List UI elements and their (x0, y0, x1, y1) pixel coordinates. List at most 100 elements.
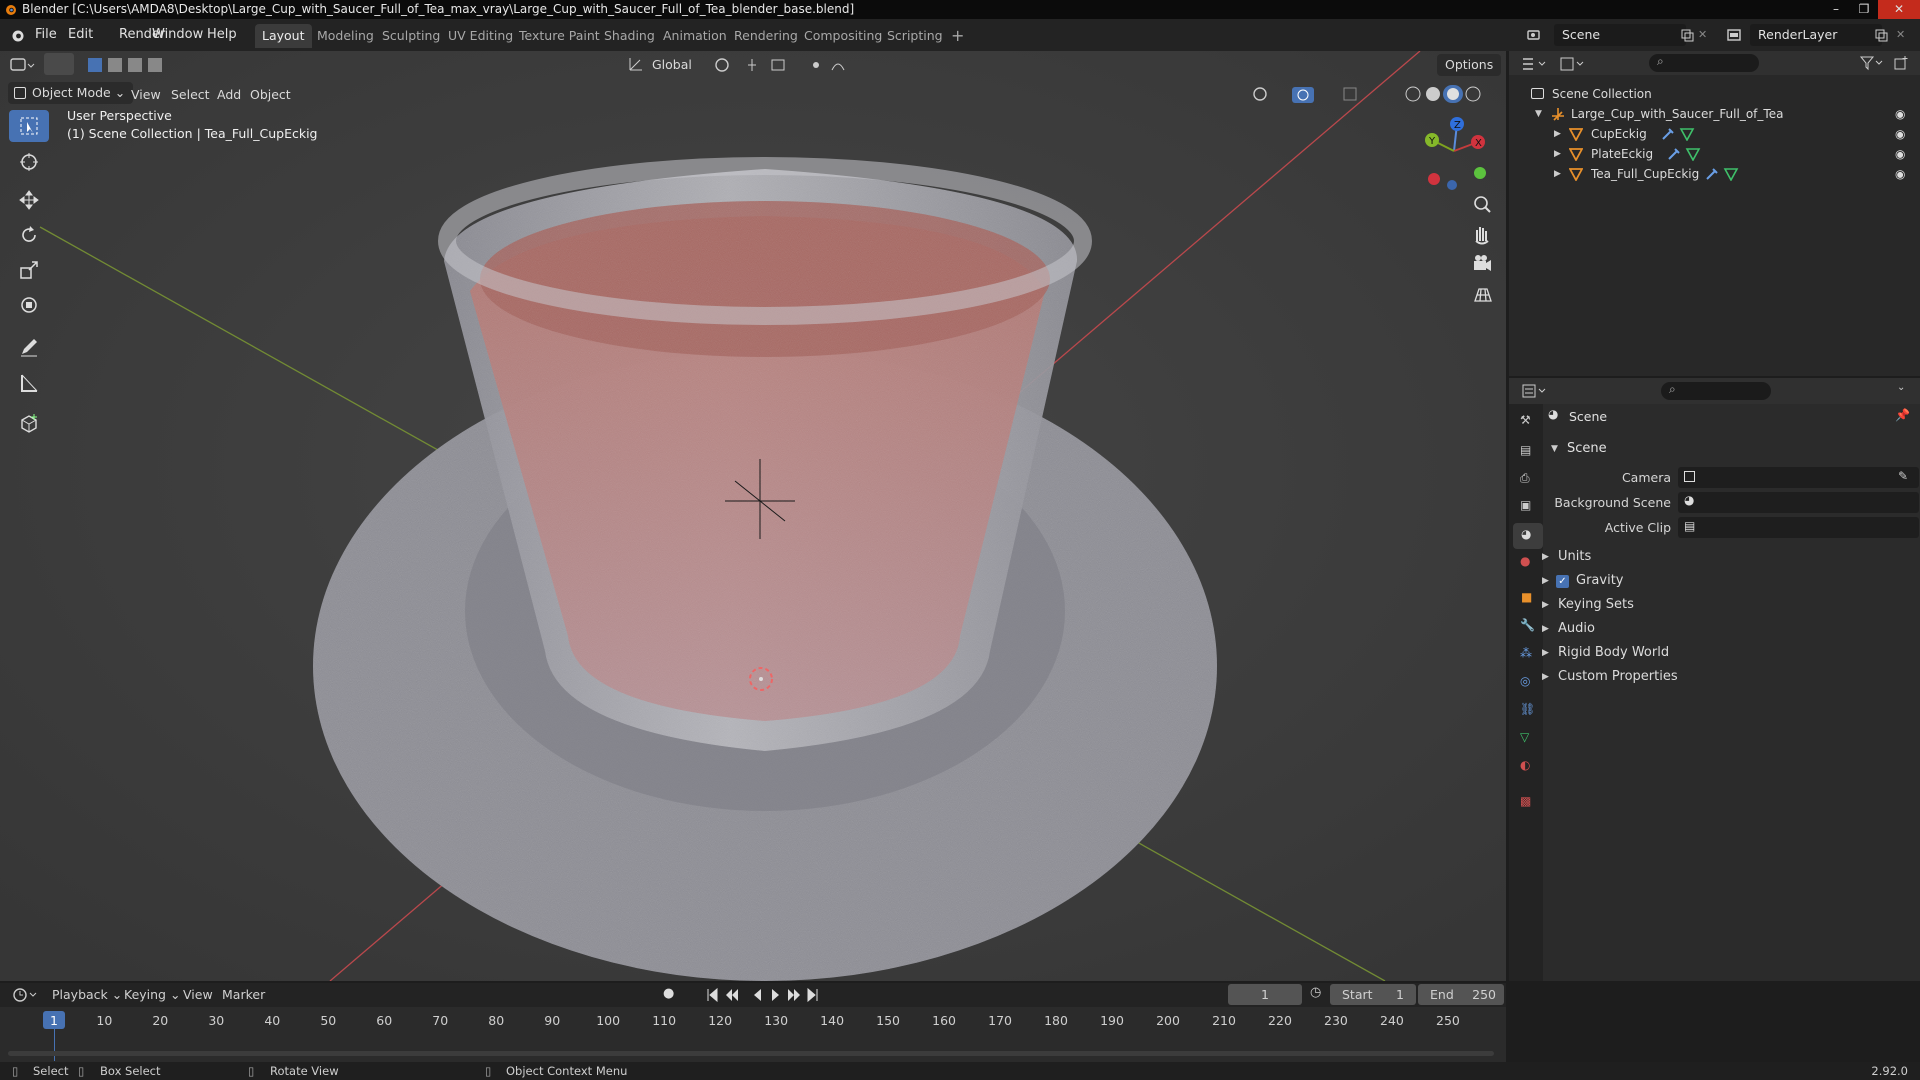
timeline-ruler[interactable]: 1 10 20 30 40 50 60 70 80 90 100 110 120 130 140 150 160… (0, 1007, 1506, 1063)
tab-particles[interactable]: ⁂ (1513, 642, 1541, 668)
blender-menu-icon[interactable] (10, 27, 26, 43)
camera-view-button[interactable] (1467, 251, 1497, 279)
select-tool-header-button[interactable] (44, 53, 74, 75)
tool-select-box[interactable] (9, 110, 49, 142)
scene-render[interactable] (0, 51, 1506, 981)
menu-select[interactable]: Select (171, 87, 210, 102)
tab-output[interactable]: ⎙ (1513, 467, 1541, 493)
scene-icon[interactable] (1526, 27, 1542, 43)
record-icon[interactable]: ● (663, 986, 674, 1001)
tab-compositing[interactable]: Compositing (797, 24, 889, 48)
tab-tool[interactable]: ⚒ (1513, 409, 1541, 435)
menu-add[interactable]: Add (217, 87, 241, 102)
viewport-shading-icons[interactable] (1250, 84, 1490, 104)
ortho-toggle-button[interactable] (1467, 281, 1497, 309)
view-layer-icon[interactable] (1726, 27, 1742, 43)
visibility-eye-icon[interactable]: ◉ (1895, 124, 1905, 144)
navigation-gizmo[interactable]: Z X Y (1410, 111, 1490, 191)
tab-material[interactable]: ◐ (1513, 754, 1541, 780)
visibility-eye-icon[interactable]: ◉ (1895, 144, 1905, 164)
properties-search-input[interactable]: ⌕ (1661, 382, 1771, 400)
tool-cursor[interactable] (9, 146, 49, 178)
tab-modeling[interactable]: Modeling (310, 24, 381, 48)
tab-shading[interactable]: Shading (597, 24, 662, 48)
duplicate-layer-icon[interactable] (1874, 28, 1888, 42)
timeline-view-menu[interactable]: View (183, 987, 213, 1002)
tab-scripting[interactable]: Scripting (880, 24, 950, 48)
tab-object[interactable]: ■ (1513, 586, 1541, 612)
active-clip-field[interactable]: ▤ (1678, 517, 1919, 538)
tab-rendering[interactable]: Rendering (727, 24, 805, 48)
menu-view[interactable]: View (131, 87, 161, 102)
tab-animation[interactable]: Animation (656, 24, 734, 48)
minimize-button[interactable]: – (1822, 0, 1850, 19)
3d-viewport[interactable]: Global Options Object Mode ⌄ View Select… (0, 51, 1506, 981)
playback-menu[interactable]: Playback ⌄ (52, 987, 122, 1002)
new-collection-icon[interactable] (1893, 55, 1909, 71)
eyedropper-icon[interactable]: ✎ (1898, 469, 1908, 483)
rigid-body-world-panel-header[interactable]: ▶ Rigid Body World (1542, 642, 1914, 664)
maximize-button[interactable]: ❐ (1850, 0, 1878, 19)
outliner-row-object[interactable]: ▶ CupEckig ◉ (1509, 124, 1920, 144)
transform-orientation-dropdown[interactable]: Global (652, 54, 692, 76)
timeline-editor-icon[interactable] (12, 987, 40, 1003)
expand-arrow-icon[interactable]: ▼ (1535, 104, 1542, 124)
tab-data[interactable]: ▽ (1513, 726, 1541, 752)
tab-render[interactable]: ▤ (1513, 439, 1541, 465)
custom-properties-panel-header[interactable]: ▶ Custom Properties (1542, 666, 1914, 688)
snapping-proportional-icons[interactable] (712, 56, 852, 74)
keying-menu[interactable]: Keying ⌄ (124, 987, 180, 1002)
scene-panel-header[interactable]: ▼ Scene (1546, 438, 1920, 460)
start-frame-field[interactable]: Start 1 (1330, 984, 1416, 1005)
properties-editor-icon[interactable] (1521, 383, 1549, 399)
menu-help[interactable]: Help (207, 19, 237, 51)
tool-rotate[interactable] (9, 219, 49, 251)
add-workspace-button[interactable]: + (944, 24, 971, 48)
background-scene-field[interactable]: ◕ (1678, 492, 1919, 513)
tab-layout[interactable]: Layout (255, 24, 312, 48)
outliner-row-object[interactable]: ▶ Tea_Full_CupEckig ◉ (1509, 164, 1920, 184)
menu-object[interactable]: Object (250, 87, 291, 102)
options-dropdown[interactable]: Options (1437, 54, 1502, 76)
menu-window[interactable]: Window (152, 19, 203, 51)
visibility-eye-icon[interactable]: ◉ (1895, 164, 1905, 184)
tool-add-cube[interactable] (9, 407, 49, 439)
expand-arrow-icon[interactable]: ▶ (1554, 144, 1561, 164)
outliner-search-input[interactable]: ⌕ (1649, 54, 1759, 72)
tool-move[interactable] (9, 184, 49, 216)
tab-world[interactable]: ● (1513, 550, 1541, 576)
outliner-editor-icon[interactable] (1521, 56, 1549, 72)
gravity-checkbox[interactable]: ✓ (1556, 575, 1569, 588)
visibility-eye-icon[interactable]: ◉ (1895, 104, 1905, 124)
clock-icon[interactable]: ◷ (1310, 985, 1321, 1000)
tab-view-layer[interactable]: ▣ (1513, 494, 1541, 520)
delete-scene-icon[interactable]: ✕ (1698, 28, 1707, 41)
camera-field[interactable]: ✎ (1678, 467, 1919, 488)
menu-file[interactable]: File (35, 19, 57, 51)
gravity-panel-header[interactable]: ▶ ✓ Gravity (1542, 570, 1914, 592)
editor-type-icon[interactable] (10, 56, 36, 74)
timeline-scrollbar[interactable] (8, 1051, 1494, 1056)
object-mode-dropdown[interactable]: Object Mode ⌄ (8, 82, 134, 104)
tool-annotate[interactable] (9, 331, 49, 363)
view-layer-field[interactable]: RenderLayer (1750, 24, 1882, 46)
pan-button[interactable] (1467, 221, 1497, 249)
chevron-down-icon[interactable]: ⌄ (1897, 382, 1905, 393)
tool-measure[interactable] (9, 367, 49, 399)
scene-name-field[interactable]: Scene (1554, 24, 1686, 46)
display-mode-icon[interactable] (1559, 56, 1587, 72)
filter-icon[interactable] (1859, 55, 1883, 71)
tab-physics[interactable]: ◎ (1513, 670, 1541, 696)
expand-arrow-icon[interactable]: ▶ (1554, 124, 1561, 144)
outliner-row-object[interactable]: ▶ PlateEckig ◉ (1509, 144, 1920, 164)
marker-menu[interactable]: Marker (222, 987, 265, 1002)
end-frame-field[interactable]: End 250 (1418, 984, 1504, 1005)
pin-icon[interactable]: 📌 (1895, 408, 1910, 422)
tab-scene[interactable]: ◕ (1513, 523, 1543, 549)
zoom-button[interactable] (1467, 191, 1497, 219)
tab-sculpting[interactable]: Sculpting (375, 24, 447, 48)
menu-edit[interactable]: Edit (68, 19, 93, 51)
duplicate-scene-icon[interactable] (1680, 28, 1694, 42)
tool-transform[interactable] (9, 289, 49, 321)
expand-arrow-icon[interactable]: ▶ (1554, 164, 1561, 184)
